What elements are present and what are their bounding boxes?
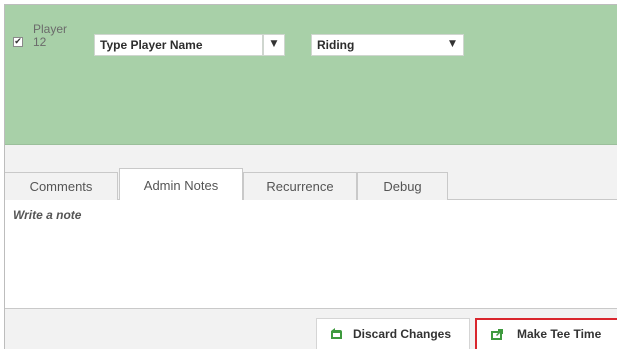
player-name-select[interactable]: Type Player Name [94, 34, 263, 56]
discard-changes-label: Discard Changes [353, 327, 452, 341]
note-textarea[interactable]: Write a note [5, 200, 617, 309]
discard-changes-button[interactable]: Discard Changes [316, 318, 470, 349]
note-placeholder: Write a note [13, 208, 82, 222]
triangle-down-icon[interactable]: ▼ [442, 34, 464, 56]
cart-type-select[interactable]: Riding [311, 34, 442, 56]
player-checkbox[interactable]: ✔ [13, 37, 23, 47]
triangle-down-icon[interactable]: ▼ [263, 34, 285, 56]
player-panel: ✔ Player 12 Type Player Name ▼ Riding ▼ [5, 5, 617, 145]
make-tee-time-label: Make Tee Time [517, 327, 602, 341]
tab-admin-notes[interactable]: Admin Notes [119, 168, 243, 201]
tab-debug[interactable]: Debug [357, 172, 448, 200]
undo-arrow-icon [331, 328, 342, 339]
tab-recurrence[interactable]: Recurrence [243, 172, 357, 200]
player-label: Player 12 [33, 23, 67, 49]
tab-comments[interactable]: Comments [5, 172, 118, 200]
booking-frame: ✔ Player 12 Type Player Name ▼ Riding ▼ … [4, 4, 617, 349]
share-out-icon [491, 329, 503, 340]
make-tee-time-button[interactable]: Make Tee Time [475, 318, 617, 349]
player-label-number: 12 [33, 35, 47, 49]
